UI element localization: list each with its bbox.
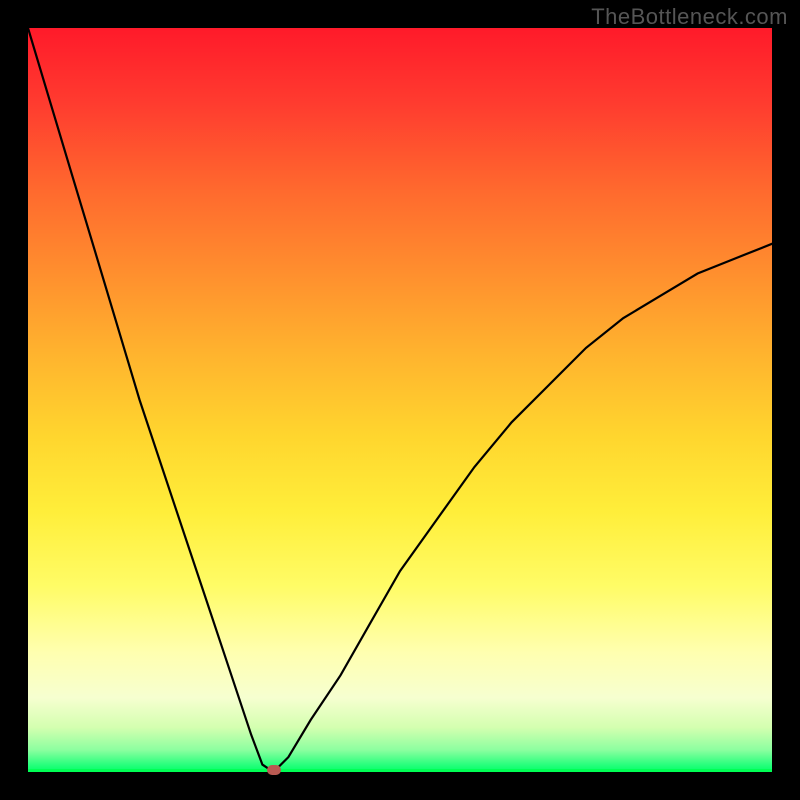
watermark-text: TheBottleneck.com xyxy=(591,4,788,30)
plot-area xyxy=(28,28,772,772)
optimal-point-marker xyxy=(267,765,281,775)
chart-root: { "watermark": "TheBottleneck.com", "cha… xyxy=(0,0,800,800)
plot-frame xyxy=(28,28,772,772)
bottleneck-curve xyxy=(28,28,772,772)
